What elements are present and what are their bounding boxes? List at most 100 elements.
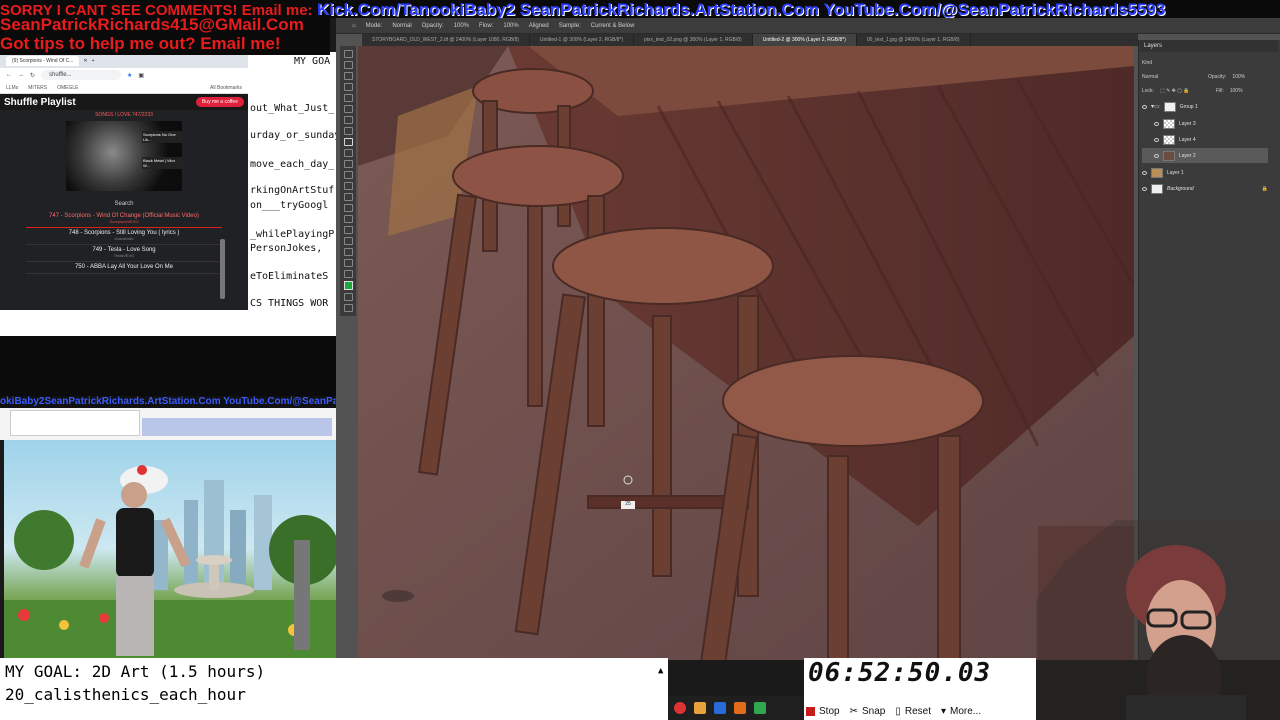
lasso-tool-icon[interactable]	[343, 72, 353, 80]
doc-tab-active[interactable]: Untitled-2 @ 300% (Layer 2, RGB/8*)	[752, 34, 857, 46]
art-card-label[interactable]: Black Metal | Vitor W...	[142, 157, 182, 169]
crop-tool-icon[interactable]	[343, 94, 353, 102]
opacity-value[interactable]: 100%	[1232, 74, 1245, 80]
app-icon[interactable]	[734, 702, 746, 714]
layer-row[interactable]: Background 🔒	[1142, 181, 1268, 196]
playlist-item[interactable]: 748 - Scorpions - Still Loving You ( lyr…	[26, 228, 222, 245]
playlist-header: Shuffle Playlist Buy me a coffee	[0, 94, 248, 110]
playlist-item[interactable]: 747 - Scorpions - Wind Of Change (Offici…	[26, 211, 222, 228]
filter-kind-select[interactable]: Kind	[1142, 60, 1152, 66]
layer-row[interactable]: Layer 4	[1142, 132, 1268, 147]
option-opacity-value[interactable]: 100%	[454, 23, 469, 29]
dancer-video	[4, 440, 336, 658]
history-brush-tool-icon[interactable]	[343, 149, 353, 157]
app-icon[interactable]	[754, 702, 766, 714]
layer-row[interactable]: Layer 1	[1142, 165, 1268, 180]
blend-mode-select[interactable]: Normal	[1142, 74, 1202, 80]
clone-stamp-tool-icon[interactable]	[343, 138, 353, 146]
snap-button[interactable]: ✂ Snap	[850, 706, 886, 717]
lock-icons[interactable]: ⬚ ✎ ✥ ▢ 🔒	[1160, 88, 1210, 94]
fill-value[interactable]: 100%	[1230, 88, 1243, 94]
bookmark-item[interactable]: LLMs	[6, 85, 18, 91]
screen-mode-icon[interactable]	[343, 304, 353, 312]
editor-line: CS THINGS WOR	[250, 298, 329, 309]
layer-row[interactable]: ▾▭ Group 1	[1142, 99, 1268, 114]
more-button[interactable]: ▾ More...	[941, 706, 981, 717]
home-icon[interactable]: ⌂	[352, 23, 356, 29]
reload-icon[interactable]: ↻	[30, 72, 35, 79]
healing-tool-icon[interactable]	[343, 116, 353, 124]
toolbar	[340, 46, 356, 316]
back-icon[interactable]: ←	[6, 72, 12, 78]
app-icon[interactable]	[694, 702, 706, 714]
bookmark-item[interactable]: OMEGLE	[57, 85, 78, 91]
layers-panel-title[interactable]: Layers	[1140, 40, 1278, 52]
brush-tool-icon[interactable]	[343, 127, 353, 135]
option-mode-label: Mode:	[365, 22, 383, 29]
option-flow-value[interactable]: 100%	[503, 23, 518, 29]
art-card-label[interactable]: Scorpions No One Lik...	[142, 131, 182, 143]
shape-tool-icon[interactable]	[343, 237, 353, 245]
editor-line: out_What_Just_	[250, 103, 335, 114]
bookmark-item[interactable]: All Bookmarks	[210, 85, 242, 91]
address-bar[interactable]: shuffle...	[41, 70, 122, 80]
type-tool-icon[interactable]	[343, 215, 353, 223]
document-canvas[interactable]: 25	[358, 46, 1134, 660]
new-tab-icon[interactable]: +	[92, 58, 95, 64]
doc-tab[interactable]: pixx_test_02.png @ 300% (Layer 1, RGB/8)	[634, 34, 753, 46]
hand-tool-icon[interactable]	[343, 248, 353, 256]
browser-tab[interactable]: (9) Scorpions - Wind Of C...	[6, 56, 80, 66]
blank-area-dark	[0, 336, 336, 396]
marquee-tool-icon[interactable]	[343, 61, 353, 69]
stop-button[interactable]: Stop	[806, 706, 840, 717]
visibility-eye-icon[interactable]	[1154, 137, 1159, 142]
collapse-arrow-icon[interactable]: ▲	[658, 660, 663, 683]
path-select-tool-icon[interactable]	[343, 226, 353, 234]
zoom-tool-icon[interactable]	[343, 259, 353, 267]
playlist-scrollbar[interactable]	[220, 239, 225, 299]
foreground-color-swatch[interactable]	[343, 281, 353, 290]
layer-row[interactable]: Layer 3	[1142, 116, 1268, 131]
app-icon[interactable]	[714, 702, 726, 714]
reset-label: Reset	[904, 705, 931, 717]
visibility-eye-icon[interactable]	[1154, 121, 1159, 126]
move-tool-icon[interactable]	[343, 50, 353, 58]
layer-name: Background	[1167, 185, 1194, 192]
playlist-item[interactable]: 749 - Tesla - Love Song TeslaVEVO	[26, 245, 222, 262]
quick-select-tool-icon[interactable]	[343, 83, 353, 91]
doc-tab[interactable]: 00_test_1.jpg @ 2400% (Layer 1, RGB/8)	[857, 34, 971, 46]
doc-tab[interactable]: STORYBOARD_OLD_WEST_2.tif @ 2400% (Layer…	[362, 34, 530, 46]
dodge-tool-icon[interactable]	[343, 193, 353, 201]
playlist-item[interactable]: 750 - ABBA Lay All Your Love On Me	[26, 262, 222, 274]
doc-tab[interactable]: Untitled-1 @ 300% (Layer 2, RGB/8*)	[530, 34, 635, 46]
extensions-icon[interactable]: ▣	[138, 72, 144, 79]
chevron-down-icon: ▾	[940, 705, 946, 717]
eyedropper-tool-icon[interactable]	[343, 105, 353, 113]
app-icon[interactable]	[674, 702, 686, 714]
visibility-eye-icon[interactable]	[1154, 153, 1159, 158]
gradient-tool-icon[interactable]	[343, 171, 353, 179]
pen-tool-icon[interactable]	[343, 204, 353, 212]
close-tab-icon[interactable]: ✕	[83, 58, 87, 64]
eraser-tool-icon[interactable]	[343, 160, 353, 168]
bookmark-item[interactable]: MITERS	[28, 85, 47, 91]
buy-coffee-button[interactable]: Buy me a coffee	[195, 97, 244, 107]
layer-row-active[interactable]: Layer 2	[1142, 148, 1268, 163]
option-aligned-checkbox[interactable]: Aligned	[529, 23, 549, 29]
more-tools-icon[interactable]	[343, 270, 353, 278]
option-sample-value[interactable]: Current & Below	[591, 23, 635, 29]
quick-mask-icon[interactable]	[343, 293, 353, 301]
reset-button[interactable]: ▯ Reset	[895, 706, 931, 717]
bookmark-star-icon[interactable]: ★	[127, 72, 132, 79]
layer-name: Layer 2	[1179, 152, 1196, 159]
visibility-eye-icon[interactable]	[1142, 170, 1147, 175]
text-editor[interactable]: MY GOA out_What_Just_ urday_or_sunday mo…	[248, 52, 336, 310]
layer-thumbnail	[1151, 183, 1163, 194]
song-title: 750 - ABBA Lay All Your Love On Me	[74, 264, 174, 270]
option-mode-value[interactable]: Normal	[392, 23, 411, 29]
blur-tool-icon[interactable]	[343, 182, 353, 190]
forward-icon[interactable]: →	[18, 72, 24, 78]
visibility-eye-icon[interactable]	[1142, 104, 1147, 109]
visibility-eye-icon[interactable]	[1142, 186, 1147, 191]
playlist-search-label[interactable]: Search	[0, 201, 248, 207]
